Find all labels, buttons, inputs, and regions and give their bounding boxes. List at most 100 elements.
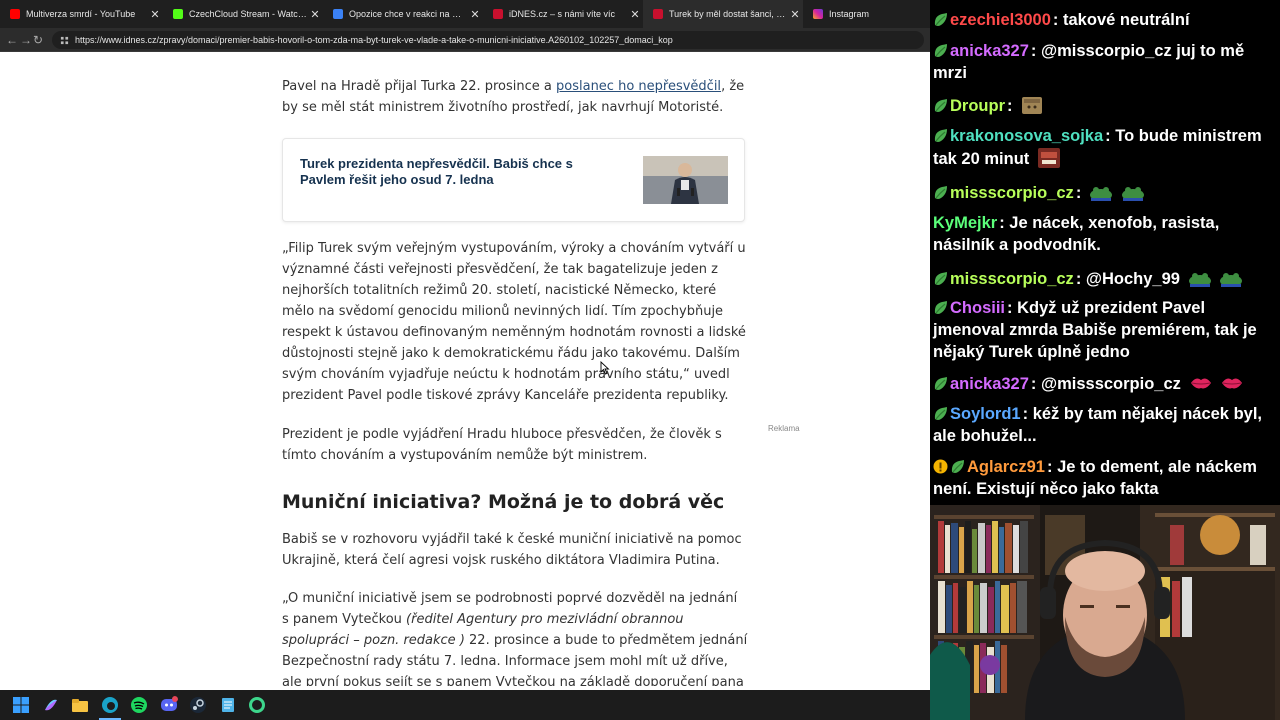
tab-title: Turek by měl dostat šanci, říká Bab: [669, 9, 787, 19]
chat-username[interactable]: missscorpio_cz: [950, 184, 1074, 202]
green-leaf-badge-icon: [934, 43, 948, 58]
paragraph-text: „Filip Turek svým veřejným vystupováním,…: [282, 241, 746, 403]
article-link[interactable]: poslanec ho nepřesvědčil: [556, 79, 721, 94]
lips-emote-icon: [1222, 378, 1243, 389]
gold-badge-icon: [933, 459, 948, 474]
mouse-cursor-icon: [600, 361, 610, 375]
green-leaf-badge-icon: [934, 98, 948, 113]
chat-username[interactable]: Soylord1: [950, 405, 1021, 423]
green-leaf-badge-icon: [951, 459, 965, 474]
stream-chat: ezechiel3000: takové neutrální anicka327…: [930, 0, 1280, 505]
chat-username[interactable]: Aglarcz91: [967, 458, 1045, 476]
green-leaf-badge-icon: [934, 271, 948, 286]
chat-username[interactable]: ezechiel3000: [950, 11, 1051, 29]
chat-message: anicka327: @misscorpio_cz juj to mě mrzi: [933, 42, 1245, 82]
chat-message: missscorpio_cz:: [933, 181, 1275, 204]
chat-message: Droupr:: [933, 94, 1275, 117]
idnes-icon: [653, 9, 663, 19]
chat-username[interactable]: krakonosova_sojka: [950, 127, 1103, 145]
instagram-icon: [813, 9, 823, 19]
chat-username[interactable]: anicka327: [950, 375, 1029, 393]
windows-start-icon[interactable]: [12, 696, 30, 714]
box-emote-icon: [1022, 97, 1043, 114]
webcam-feed: [930, 505, 1280, 720]
chat-username[interactable]: anicka327: [950, 42, 1029, 60]
reload-icon[interactable]: ↻: [30, 32, 46, 48]
tab-title: Instagram: [829, 9, 870, 19]
tab-czechcloud[interactable]: CzechCloud Stream - Watch Live o ✕: [163, 0, 323, 28]
paragraph: Babiš se v rozhovoru vyjádřil také k čes…: [282, 529, 748, 571]
green-leaf-badge-icon: [934, 185, 948, 200]
chat-text: @missscorpio_cz: [1041, 375, 1181, 393]
tab-title: Multiverza smrdí - YouTube: [26, 9, 136, 19]
tab-instagram[interactable]: Instagram: [803, 0, 930, 28]
copilot-icon[interactable]: [42, 696, 60, 714]
spotify-icon[interactable]: [130, 696, 148, 714]
file-explorer-icon[interactable]: [71, 696, 89, 714]
screen: Multiverza smrdí - YouTube ✕ CzechCloud …: [0, 0, 1280, 720]
paragraph-text: Babiš se v rozhovoru vyjádřil také k čes…: [282, 532, 742, 568]
tab-title: CzechCloud Stream - Watch Live o: [189, 9, 307, 19]
quote-paragraph: „O muniční iniciativě jsem se podrobnost…: [282, 588, 748, 686]
site-info-icon[interactable]: [60, 36, 69, 45]
close-icon[interactable]: ✕: [787, 8, 803, 21]
paragraph-text: Prezident je podle vyjádření Hradu hlubo…: [282, 427, 722, 463]
green-leaf-badge-icon: [934, 12, 948, 27]
paragraph: Pavel na Hradě přijal Turka 22. prosince…: [282, 76, 748, 118]
url-field[interactable]: https://www.idnes.cz/zpravy/domaci/premi…: [52, 31, 924, 49]
paragraph-text: Pavel na Hradě přijal Turka 22. prosince…: [282, 79, 557, 94]
url-text: https://www.idnes.cz/zpravy/domaci/premi…: [75, 35, 673, 45]
tab-bar: Multiverza smrdí - YouTube ✕ CzechCloud …: [0, 0, 930, 28]
close-icon[interactable]: ✕: [147, 8, 163, 21]
browser-window: Multiverza smrdí - YouTube ✕ CzechCloud …: [0, 0, 930, 690]
green-leaf-badge-icon: [934, 376, 948, 391]
news-icon: [333, 9, 343, 19]
tab-youtube[interactable]: Multiverza smrdí - YouTube ✕: [0, 0, 163, 28]
chat-message: missscorpio_cz: @Hochy_99: [933, 267, 1275, 290]
frog-emote-icon: [1220, 273, 1243, 287]
chat-message: ezechiel3000: takové neutrální: [933, 9, 1275, 31]
kick-icon: [173, 9, 183, 19]
chat-message: krakonosova_sojka: To bude ministrem tak…: [933, 127, 1262, 168]
tab-opozice[interactable]: Opozice chce v reakci na Okamur ✕: [323, 0, 483, 28]
green-leaf-badge-icon: [934, 406, 948, 421]
steam-icon[interactable]: [189, 696, 207, 714]
webcam-image: [930, 505, 1280, 720]
app-ring-icon[interactable]: [248, 696, 266, 714]
chat-message: Chosiii: Když už prezident Pavel jmenova…: [933, 299, 1257, 361]
youtube-icon: [10, 9, 20, 19]
chat-message: KyMejkr: Je nácek, xenofob, rasista, nás…: [933, 214, 1220, 254]
frog-emote-icon: [1121, 187, 1144, 201]
chat-text: takové neutrální: [1063, 11, 1190, 29]
chat-username[interactable]: KyMejkr: [933, 214, 997, 232]
related-article-thumbnail[interactable]: [643, 156, 728, 204]
lips-emote-icon: [1190, 378, 1211, 389]
discord-icon[interactable]: [160, 696, 178, 714]
tab-title: iDNES.cz – s námi víte víc: [509, 9, 616, 19]
notepad-icon[interactable]: [219, 696, 237, 714]
close-icon[interactable]: ✕: [467, 8, 483, 21]
address-bar: ← → ↻ https://www.idnes.cz/zpravy/domaci…: [0, 28, 930, 52]
idnes-icon: [493, 9, 503, 19]
chat-message: Soylord1: kéž by tam nějakej nácek byl, …: [933, 405, 1262, 445]
frog-emote-icon: [1089, 187, 1112, 201]
quote-paragraph: „Filip Turek svým veřejným vystupováním,…: [282, 238, 748, 406]
close-icon[interactable]: ✕: [307, 8, 323, 21]
related-article-title[interactable]: Turek prezidenta nepřesvědčil. Babiš chc…: [300, 156, 620, 188]
close-icon[interactable]: ✕: [627, 8, 643, 21]
tab-title: Opozice chce v reakci na Okamur: [349, 9, 467, 19]
tab-turek-active[interactable]: Turek by měl dostat šanci, říká Bab ✕: [643, 0, 803, 28]
article-page: Pavel na Hradě přijal Turka 22. prosince…: [3, 52, 930, 686]
section-heading: Muniční iniciativa? Možná je to dobrá vě…: [282, 492, 748, 513]
chat-text: @Hochy_99: [1085, 270, 1180, 288]
section-heading-text: Muniční iniciativa? Možná je to dobrá vě…: [282, 491, 725, 513]
face-emote-icon: [1037, 148, 1060, 168]
edge-browser-icon[interactable]: [101, 696, 119, 714]
chat-username[interactable]: missscorpio_cz: [950, 270, 1074, 288]
tab-idnes[interactable]: iDNES.cz – s námi víte víc ✕: [483, 0, 643, 28]
chat-username[interactable]: Chosiii: [950, 299, 1005, 317]
related-article-card[interactable]: Turek prezidenta nepřesvědčil. Babiš chc…: [282, 138, 745, 222]
chat-username[interactable]: Droupr: [950, 97, 1005, 115]
chat-message: Aglarcz91: Je to dement, ale náckem není…: [933, 458, 1257, 498]
frog-emote-icon: [1188, 273, 1211, 287]
